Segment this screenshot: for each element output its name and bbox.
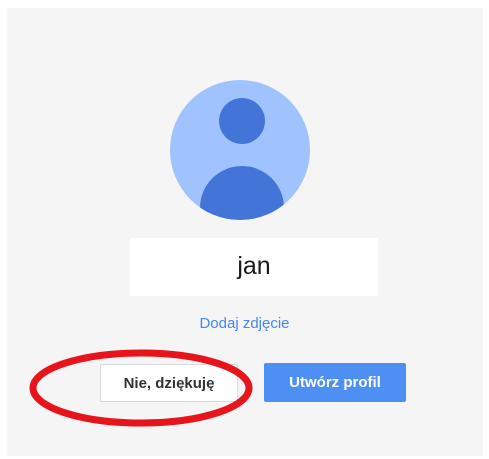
add-photo-link[interactable]: Dodaj zdjęcie [0, 315, 489, 332]
profile-name-field[interactable]: jan [130, 238, 378, 296]
avatar-body [200, 166, 284, 220]
profile-name-text: jan [237, 251, 271, 280]
avatar-icon [170, 80, 310, 220]
page: jan Dodaj zdjęcie Nie, dziękuję Utwórz p… [0, 0, 489, 459]
create-profile-button[interactable]: Utwórz profil [264, 363, 406, 402]
decline-button[interactable]: Nie, dziękuję [100, 364, 238, 402]
avatar-head [219, 98, 265, 144]
profile-panel [7, 8, 483, 456]
